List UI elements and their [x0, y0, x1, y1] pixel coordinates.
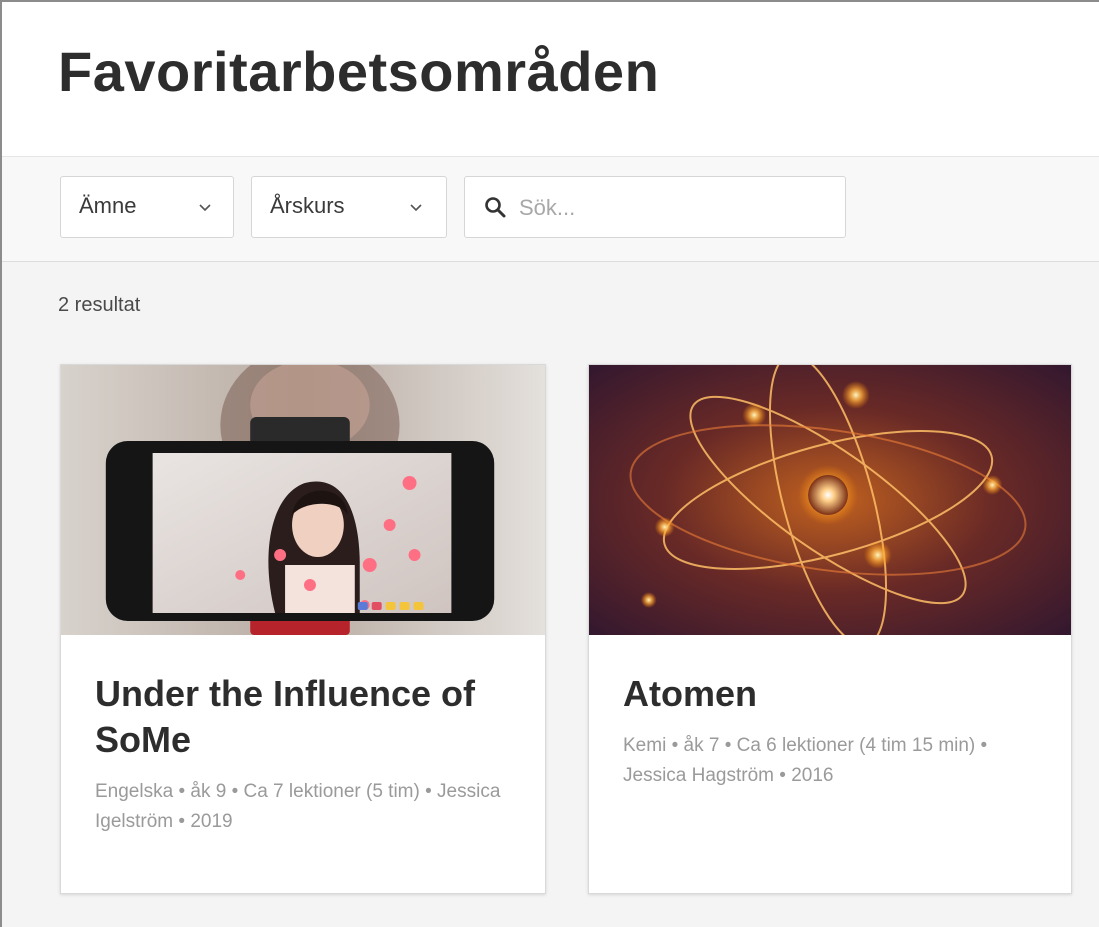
search-box	[464, 176, 846, 238]
grade-filter-dropdown[interactable]: Årskurs	[251, 176, 447, 238]
card-image-graphic	[61, 365, 545, 635]
search-icon	[485, 197, 506, 218]
filter-bar: Ämne Årskurs	[2, 156, 1099, 262]
results-area: 2 resultat Under the Influence of SoMe E…	[2, 262, 1099, 927]
page-header: Favoritarbetsområden	[2, 2, 1099, 156]
chevron-down-icon	[199, 204, 211, 212]
grade-filter-label: Årskurs	[270, 193, 345, 218]
page-title: Favoritarbetsområden	[58, 40, 660, 103]
workarea-card[interactable]: Atomen Kemi • åk 7 • Ca 6 lektioner (4 t…	[588, 364, 1072, 894]
card-title: Atomen	[623, 673, 757, 714]
card-image-selfie-video	[61, 365, 545, 635]
workarea-card[interactable]: Under the Influence of SoMe Engelska • å…	[60, 364, 546, 894]
card-meta: Engelska • åk 9 • Ca 7 lektioner (5 tim)…	[95, 781, 501, 832]
search-input[interactable]	[517, 189, 831, 227]
card-image-graphic	[589, 365, 1071, 635]
app-window: Favoritarbetsområden Ämne Årskurs 2 resu…	[0, 0, 1099, 927]
card-title: Under the Influence of SoMe	[95, 673, 476, 760]
result-count: 2 resultat	[58, 294, 141, 316]
subject-filter-label: Ämne	[79, 193, 137, 218]
subject-filter-dropdown[interactable]: Ämne	[60, 176, 234, 238]
card-meta: Kemi • åk 7 • Ca 6 lektioner (4 tim 15 m…	[623, 735, 988, 786]
chevron-down-icon	[410, 204, 422, 212]
card-image-atom	[589, 365, 1071, 635]
